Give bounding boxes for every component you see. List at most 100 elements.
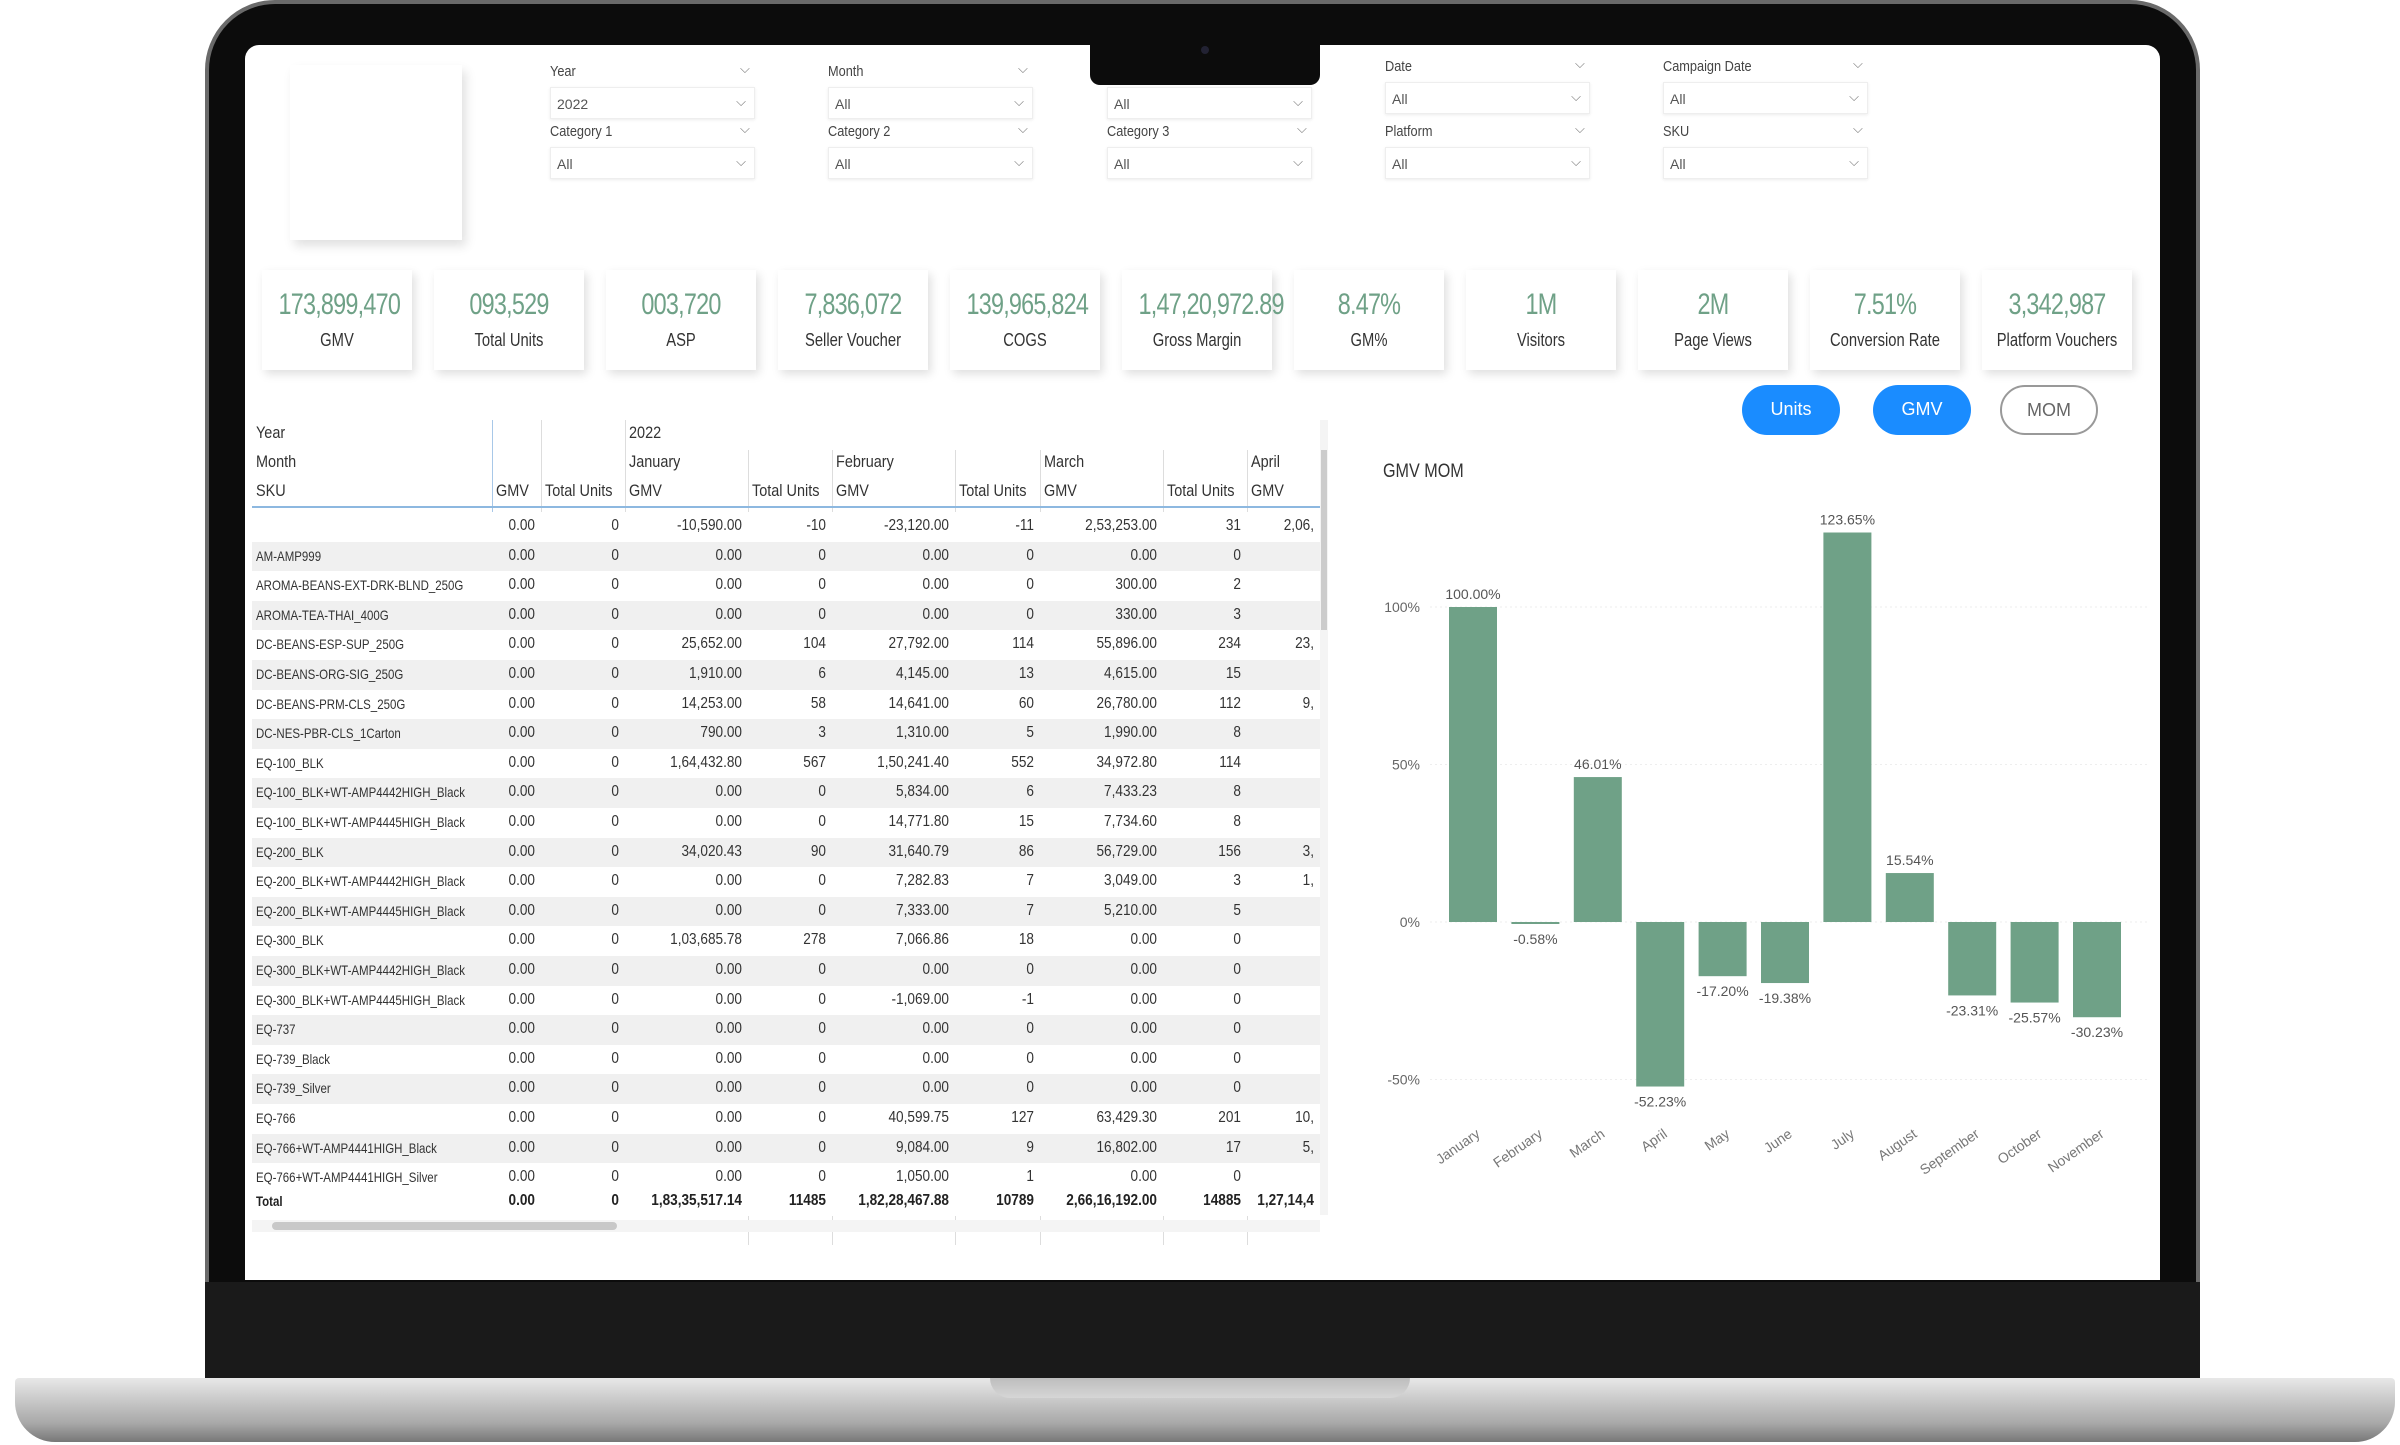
column-header: Total Units [959, 481, 1027, 500]
kpi-value: 003,720 [641, 288, 721, 321]
kpi-label: Total Units [474, 330, 544, 350]
table-row[interactable]: AROMA-TEA-THAI_400G 0.00 0 0.00 0 0.00 0 330.00… [252, 600, 1320, 631]
bar [1636, 922, 1685, 1087]
sku-cell: EQ-300_BLK [256, 932, 324, 949]
value-cell: 0 [818, 961, 826, 978]
filter-label: Category 2 [828, 123, 891, 140]
value-cell: 0 [1233, 931, 1241, 949]
value-cell: 0 [818, 1168, 826, 1186]
chevron-down-icon: ⌵ [1018, 121, 1028, 136]
chevron-down-icon: ⌵ [1575, 56, 1585, 71]
total-row[interactable]: Total 0.00 0 1,83,35,517.14 11485 1,82,28,467… [252, 1186, 1320, 1217]
value-cell: 0 [611, 753, 619, 771]
table-row[interactable]: EQ-300_BLK 0.00 0 1,03,685.78 278 7,066.86 18 0… [252, 926, 1320, 956]
bar [1511, 922, 1560, 924]
column-header: GMV [836, 481, 869, 500]
value-cell: 17 [1225, 1138, 1241, 1156]
table-row[interactable]: AM-AMP999 0.00 0 0.00 0 0.00 0 0.00 0 [252, 541, 1320, 572]
mom-toggle-button[interactable]: MOM [2000, 385, 2098, 435]
value-cell: 0.00 [508, 813, 535, 830]
value-cell: 0.00 [508, 576, 535, 594]
units-toggle-button[interactable]: Units [1742, 385, 1840, 435]
value-cell: 63,429.30 [1096, 1109, 1157, 1126]
filter-dropdown[interactable]: 2022 ⌵ [550, 87, 755, 119]
value-cell: -10,590.00 [676, 517, 742, 534]
matrix-table: Year Month SKU 2022 January February March Apri… [252, 420, 1328, 1245]
x-tick-label: February [1490, 1125, 1545, 1170]
month-header: April [1251, 452, 1280, 471]
table-row[interactable]: EQ-200_BLK+WT-AMP4442HIGH_Black 0.00 0 0.00… [252, 867, 1320, 897]
kpi-card: 7.51% Conversion Rate [1810, 270, 1960, 370]
value-cell: 2 [1233, 576, 1241, 594]
value-cell: 0.00 [715, 872, 742, 890]
value-cell: 60 [1018, 694, 1034, 712]
value-cell: 0.00 [508, 872, 535, 890]
table-row[interactable]: EQ-737 0.00 0 0.00 0 0.00 0 0.00 0 [252, 1015, 1320, 1045]
table-row[interactable]: EQ-300_BLK+WT-AMP4445HIGH_Black 0.00 0 0.00… [252, 985, 1320, 1016]
table-row[interactable]: DC-BEANS-ORG-SIG_250G 0.00 0 1,910.00 6 4,145… [252, 660, 1320, 690]
table-row[interactable]: DC-NES-PBR-CLS_1Carton 0.00 0 790.00 3 1,310.… [252, 719, 1320, 749]
chevron-down-icon: ⌵ [1293, 154, 1303, 169]
filter-dropdown[interactable]: All ⌵ [1663, 82, 1868, 114]
value-cell: 2,06, [1283, 517, 1314, 534]
table-row[interactable]: EQ-100_BLK+WT-AMP4442HIGH_Black 0.00 0 0.00… [252, 778, 1320, 808]
filter-dropdown[interactable]: All ⌵ [550, 147, 755, 179]
table-row[interactable]: EQ-766+WT-AMP4441HIGH_Black 0.00 0 0.00 0 9,0… [252, 1133, 1320, 1164]
row-header-label: Month [256, 452, 297, 471]
filter-dropdown[interactable]: All ⌵ [1107, 147, 1312, 179]
value-cell: 3 [1233, 605, 1241, 623]
column-header: GMV [496, 481, 529, 500]
column-header: Total Units [1167, 481, 1235, 500]
filter-dropdown[interactable]: All ⌵ [1107, 87, 1312, 119]
scrollbar-thumb[interactable] [1321, 450, 1327, 630]
filter-dropdown[interactable]: All ⌵ [1385, 147, 1590, 179]
table-row[interactable]: EQ-100_BLK 0.00 0 1,64,432.80 567 1,50,241.40… [252, 748, 1320, 779]
kpi-label: COGS [1003, 330, 1047, 350]
scrollbar-thumb[interactable] [272, 1222, 617, 1230]
value-cell: 31,640.79 [888, 842, 949, 860]
table-row[interactable]: EQ-739_Silver 0.00 0 0.00 0 0.00 0 0.00 0 [252, 1074, 1320, 1104]
gmv-toggle-button[interactable]: GMV [1873, 385, 1971, 435]
table-row[interactable]: EQ-766 0.00 0 0.00 0 40,599.75 127 63,429.30 201… [252, 1104, 1320, 1134]
value-cell: 0 [611, 1191, 619, 1209]
value-cell: 0 [611, 1079, 619, 1097]
table-row[interactable]: EQ-200_BLK 0.00 0 34,020.43 90 31,640.79 86 56,… [252, 837, 1320, 868]
value-cell: 156 [1218, 842, 1241, 860]
value-cell: 0.00 [715, 546, 742, 564]
logo-placeholder [290, 65, 462, 240]
table-row[interactable]: EQ-100_BLK+WT-AMP4445HIGH_Black 0.00 0 0.00… [252, 808, 1320, 838]
y-tick-label: 0% [1400, 914, 1420, 930]
table-row[interactable]: DC-BEANS-ESP-SUP_250G 0.00 0 25,652.00 104 27… [252, 630, 1320, 660]
dashboard-screen: Year ⌵ 2022 ⌵ Month ⌵ All ⌵ ⌵ All ⌵ Date ⌵ All ⌵ Campai… [245, 45, 2160, 1280]
filter-dropdown[interactable]: All ⌵ [1385, 82, 1590, 114]
row-header-label: SKU [256, 481, 286, 500]
value-cell: 0 [1026, 1049, 1034, 1067]
value-cell: 0 [611, 1138, 619, 1156]
chevron-down-icon: ⌵ [736, 154, 746, 169]
value-cell: 0.00 [922, 576, 949, 594]
value-cell: 0.00 [508, 990, 535, 1008]
chart-title: GMV MOM [1383, 461, 1464, 482]
value-cell: 0 [818, 813, 826, 830]
table-row[interactable]: 0.00 0 -10,590.00 -10 -23,120.00 -11 2,53,253.… [252, 512, 1320, 542]
table-row[interactable]: EQ-739_Black 0.00 0 0.00 0 0.00 0 0.00 0 [252, 1044, 1320, 1075]
value-cell: 0 [611, 901, 619, 919]
value-cell: 0 [818, 576, 826, 594]
value-cell: 0 [1233, 1079, 1241, 1097]
filter-dropdown[interactable]: All ⌵ [1663, 147, 1868, 179]
kpi-card: 8.47% GM% [1294, 270, 1444, 370]
value-cell: 10, [1295, 1109, 1314, 1126]
sku-cell: EQ-100_BLK+WT-AMP4445HIGH_Black [256, 814, 465, 830]
chevron-down-icon: ⌵ [1571, 89, 1581, 104]
column-header: GMV [1251, 481, 1284, 500]
table-row[interactable]: EQ-200_BLK+WT-AMP4445HIGH_Black 0.00 0 0.00… [252, 896, 1320, 927]
filter-dropdown[interactable]: All ⌵ [828, 147, 1033, 179]
value-cell: 0.00 [508, 1079, 535, 1097]
value-cell: 0.00 [508, 605, 535, 623]
filter-dropdown[interactable]: All ⌵ [828, 87, 1033, 119]
table-row[interactable]: AROMA-BEANS-EXT-DRK-BLND_250G 0.00 0 0.00 0 0… [252, 571, 1320, 601]
value-cell: 0 [1026, 961, 1034, 978]
table-row[interactable]: DC-BEANS-PRM-CLS_250G 0.00 0 14,253.00 58 14,… [252, 689, 1320, 720]
value-cell: 0 [1026, 1020, 1034, 1038]
table-row[interactable]: EQ-300_BLK+WT-AMP4442HIGH_Black 0.00 0 0.00… [252, 956, 1320, 986]
